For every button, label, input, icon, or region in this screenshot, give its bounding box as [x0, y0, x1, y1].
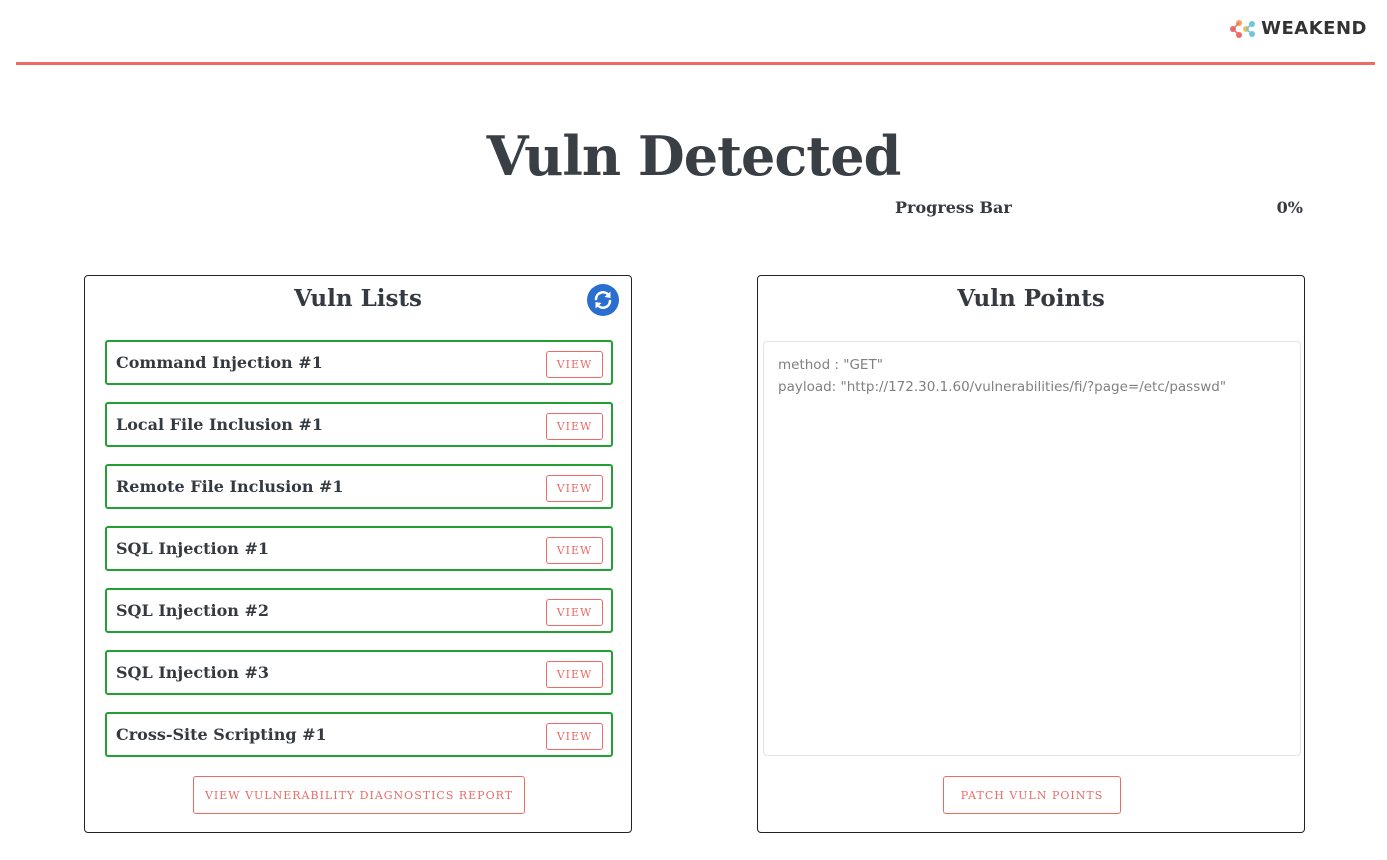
- vuln-item-label: SQL Injection #3: [116, 663, 270, 682]
- vuln-points-title: Vuln Points: [957, 285, 1105, 312]
- vuln-list-item[interactable]: Command Injection #1 VIEW: [105, 340, 613, 385]
- view-button[interactable]: VIEW: [546, 475, 603, 502]
- view-button[interactable]: VIEW: [546, 537, 603, 564]
- progress-value: 0%: [1276, 198, 1303, 217]
- view-report-button[interactable]: VIEW VULNERABILITY DIAGNOSTICS REPORT: [193, 776, 525, 814]
- logo-text: WEAKEND: [1261, 18, 1367, 39]
- vuln-lists-panel: Vuln Lists Command Injection #1 VIEW Loc…: [84, 275, 632, 833]
- vuln-item-label: Local File Inclusion #1: [116, 415, 324, 434]
- vuln-item-label: Command Injection #1: [116, 353, 323, 372]
- vuln-list-item[interactable]: Cross-Site Scripting #1 VIEW: [105, 712, 613, 757]
- method-line: method : "GET": [778, 357, 883, 373]
- vuln-list-item[interactable]: Remote File Inclusion #1 VIEW: [105, 464, 613, 509]
- vuln-item-label: Remote File Inclusion #1: [116, 477, 344, 496]
- vuln-item-label: SQL Injection #2: [116, 601, 270, 620]
- payload-line: payload: "http://172.30.1.60/vulnerabili…: [778, 379, 1227, 395]
- view-button[interactable]: VIEW: [546, 413, 603, 440]
- vuln-list-item[interactable]: SQL Injection #1 VIEW: [105, 526, 613, 571]
- brand-logo[interactable]: WEAKEND: [1229, 18, 1367, 39]
- view-button[interactable]: VIEW: [546, 599, 603, 626]
- vuln-item-label: Cross-Site Scripting #1: [116, 725, 327, 744]
- vuln-list-item[interactable]: SQL Injection #3 VIEW: [105, 650, 613, 695]
- progress-label: Progress Bar: [895, 198, 1012, 217]
- vuln-item-label: SQL Injection #1: [116, 539, 270, 558]
- refresh-button[interactable]: [587, 284, 619, 316]
- view-button[interactable]: VIEW: [546, 351, 603, 378]
- vuln-points-panel: Vuln Points method : "GET" payload: "htt…: [757, 275, 1305, 833]
- vuln-list-item[interactable]: Local File Inclusion #1 VIEW: [105, 402, 613, 447]
- view-button[interactable]: VIEW: [546, 723, 603, 750]
- vuln-lists-title: Vuln Lists: [294, 285, 422, 312]
- patch-vuln-points-button[interactable]: PATCH VULN POINTS: [943, 776, 1121, 814]
- logo-mark-icon: [1230, 19, 1256, 38]
- vuln-list-item[interactable]: SQL Injection #2 VIEW: [105, 588, 613, 633]
- vuln-list: Command Injection #1 VIEW Local File Inc…: [105, 340, 613, 774]
- refresh-icon: [594, 291, 612, 309]
- vuln-points-output[interactable]: method : "GET" payload: "http://172.30.1…: [763, 341, 1301, 756]
- top-bar: WEAKEND: [16, 0, 1375, 65]
- page-title: Vuln Detected: [486, 124, 902, 188]
- view-button[interactable]: VIEW: [546, 661, 603, 688]
